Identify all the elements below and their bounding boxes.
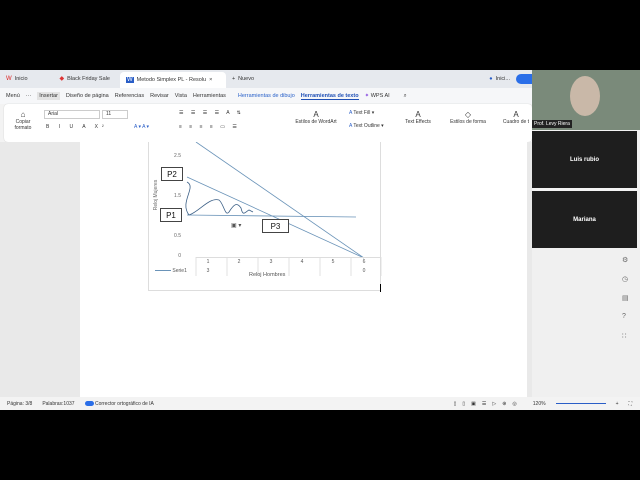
text-cursor [380, 284, 381, 292]
font-select[interactable]: Arial [44, 110, 100, 119]
zoom-level[interactable]: 120% [533, 401, 546, 407]
table-value: 3 [206, 268, 210, 274]
spell-toggle[interactable]: Corrector ortográfico de IA [84, 401, 154, 407]
menu-text-tools[interactable]: Herramientas de texto [300, 93, 359, 100]
host-avatar [570, 76, 600, 116]
menu-vista[interactable]: Vista [175, 93, 187, 99]
brush-icon: ⌂ [20, 110, 26, 119]
chart[interactable]: 2.5 2 1.5 1 0.5 0 Reloj Mujeres 1 2 3 4 … [148, 142, 382, 291]
data-table [196, 257, 381, 276]
x-tick: 4 [300, 259, 304, 265]
word-doc-icon: W [125, 77, 134, 83]
new-tab-button[interactable]: + Nuevo [226, 72, 260, 86]
view-mode-buttons[interactable]: ▯▯▣☰▷⊕◎ [454, 401, 523, 407]
wps-logo-icon: W [6, 76, 12, 82]
table-value: 0 [362, 268, 366, 274]
account-button[interactable]: ● Inici... [483, 72, 516, 86]
y-tick: 0 [178, 253, 181, 259]
text-effects-button[interactable]: A Text Effects [400, 110, 436, 125]
apps-icon[interactable]: ∷ [622, 332, 626, 340]
close-icon[interactable]: × [209, 77, 212, 83]
textbox-button[interactable]: A Cuadro de t [500, 110, 532, 125]
x-axis-title: Reloj Hombres [249, 272, 286, 278]
text-fill-icon: A [349, 110, 353, 116]
drawn-line-p2-p3 [186, 176, 365, 259]
y-axis-title: Reloj Mujeres [153, 179, 159, 211]
format-buttons[interactable]: B I U A X² [46, 124, 108, 130]
tag-icon: ◆ [59, 76, 65, 82]
label-p3[interactable]: P3 [262, 219, 289, 233]
tab-document[interactable]: W Metodo Simplex PL - Resolu × [119, 72, 226, 88]
status-bar: Página: 3/8 Palabras:1037 Corrector orto… [0, 397, 640, 410]
user-icon: ● [489, 76, 493, 82]
more-button[interactable]: ··· [26, 93, 32, 99]
search-icon[interactable]: ⌕ [404, 93, 407, 100]
plus-icon: + [231, 76, 236, 82]
menu-insertar[interactable]: Insertar [37, 92, 60, 100]
x-tick: 6 [362, 259, 366, 265]
wordart-icon: A [313, 110, 319, 119]
x-tick: 3 [269, 259, 273, 265]
text-outline-icon: A [349, 123, 353, 129]
y-tick: 0.5 [174, 233, 181, 239]
tab-black-friday[interactable]: ◆ Black Friday Sale [54, 72, 116, 86]
menu-bar: Menú ··· Insertar Diseño de página Refer… [0, 88, 532, 104]
menu-referencias[interactable]: Referencias [115, 93, 144, 99]
text-fill-button[interactable]: A Text Fill ▾ [349, 110, 374, 116]
copy-format-button[interactable]: ⌂ Copiar formato [10, 110, 36, 131]
menu-wps-ai[interactable]: ✦ WPS AI [365, 93, 390, 99]
legend-serie1: Serie1 [155, 268, 187, 274]
y-tick: 2.5 [174, 153, 181, 159]
host-video: Prof. Levy Riera [532, 70, 640, 130]
tab-inicio[interactable]: W Inicio [0, 72, 34, 86]
align-buttons[interactable]: ≡ ≡ ≡ ≡ ▭ ☰ [179, 124, 240, 130]
menu-drawing-tools[interactable]: Herramientas de dibujo [238, 93, 295, 99]
text-outline-button[interactable]: A Text Outline ▾ [349, 123, 384, 129]
y-tick: 1.5 [174, 193, 181, 199]
freehand-curve [185, 181, 254, 216]
shape-styles-button[interactable]: ◇ Estilos de forma [444, 110, 492, 125]
zoom-in-icon[interactable]: + [616, 401, 619, 407]
zoom-slider[interactable] [555, 403, 606, 404]
layout-icon[interactable]: ▤ [622, 294, 629, 302]
participant-tile[interactable]: Mariana [532, 191, 637, 248]
wordart-styles-button[interactable]: A Estilos de WordArt [288, 110, 344, 125]
ribbon: ⌂ Copiar formato Arial 11 B I U A X² A ▾ … [4, 104, 532, 142]
document-page[interactable]: 2.5 2 1.5 1 0.5 0 Reloj Mujeres 1 2 3 4 … [80, 142, 527, 397]
textbox-icon: A [513, 110, 519, 119]
x-tick: 1 [206, 259, 210, 265]
host-name: Prof. Levy Riera [532, 120, 572, 128]
label-p1[interactable]: P1 [160, 208, 182, 222]
series-line-serie1 [195, 142, 365, 259]
word-count[interactable]: Palabras:1037 [42, 401, 74, 407]
settings-sliders-icon[interactable]: ⚙ [622, 256, 628, 264]
document-area: 2.5 2 1.5 1 0.5 0 Reloj Mujeres 1 2 3 4 … [0, 142, 532, 397]
shape-styles-icon: ◇ [464, 110, 472, 119]
paragraph-buttons[interactable]: ☰ ☰ ☰ ☰ A ⇅ [179, 110, 244, 116]
label-p2[interactable]: P2 [161, 167, 183, 181]
menu-revisar[interactable]: Revisar [150, 93, 169, 99]
participant-tile[interactable]: Luis rubio [532, 131, 637, 188]
text-effects-icon: A [415, 110, 421, 119]
menu-button[interactable]: Menú [6, 93, 20, 99]
upgrade-button[interactable] [516, 74, 532, 84]
tab-bar: W Inicio ◆ Black Friday Sale W Metodo Simpl… [0, 70, 532, 88]
side-panel [532, 248, 640, 397]
page-indicator[interactable]: Página: 3/8 [7, 401, 32, 407]
x-tick: 5 [331, 259, 335, 265]
sparkle-icon: ✦ [364, 93, 370, 99]
font-color-button[interactable]: A ▾ A ▾ [134, 124, 149, 130]
help-icon[interactable]: ? [622, 313, 626, 320]
x-tick: 2 [237, 259, 241, 265]
menu-herramientas[interactable]: Herramientas [193, 93, 226, 99]
menu-diseno[interactable]: Diseño de página [66, 93, 109, 99]
layout-options-icon[interactable]: ▣ ▾ [231, 222, 241, 229]
fullscreen-icon[interactable]: ⛶ [628, 401, 632, 407]
history-icon[interactable]: ◷ [622, 275, 628, 283]
font-size-select[interactable]: 11 [102, 110, 128, 119]
